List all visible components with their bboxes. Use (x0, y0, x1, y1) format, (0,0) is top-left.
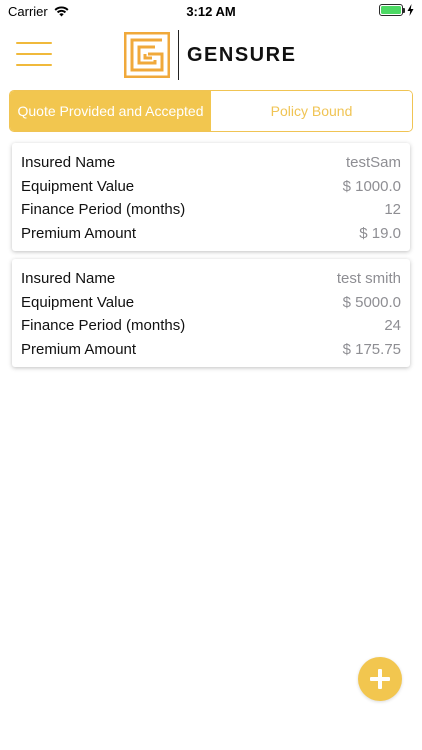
menu-button[interactable] (16, 40, 52, 68)
quote-card[interactable]: Insured Name testSam Equipment Value $ 1… (12, 143, 410, 251)
finance-period-value: 24 (384, 317, 401, 335)
gensure-logo-icon (124, 32, 170, 78)
finance-period-label: Finance Period (months) (21, 201, 186, 219)
quote-card[interactable]: Insured Name test smith Equipment Value … (12, 259, 410, 367)
hamburger-icon (16, 42, 52, 44)
app-header: GENSURE (0, 22, 422, 88)
finance-period-row: Finance Period (months) 12 (21, 198, 401, 222)
battery-icon (379, 4, 405, 16)
tab-quote-provided-accepted[interactable]: Quote Provided and Accepted (10, 91, 211, 131)
equipment-value-value: $ 1000.0 (342, 177, 401, 195)
premium-amount-value: $ 175.75 (342, 340, 401, 358)
brand-name: GENSURE (187, 43, 297, 66)
logo: GENSURE (124, 30, 296, 80)
premium-amount-row: Premium Amount $ 175.75 (21, 338, 401, 362)
tab-policy-bound[interactable]: Policy Bound (211, 91, 412, 131)
equipment-value-label: Equipment Value (21, 293, 135, 311)
premium-amount-label: Premium Amount (21, 340, 137, 358)
status-bar: Carrier 3:12 AM (0, 0, 422, 22)
logo-divider (178, 30, 179, 80)
finance-period-label: Finance Period (months) (21, 317, 186, 335)
add-button[interactable] (358, 657, 402, 701)
status-time: 3:12 AM (186, 4, 236, 19)
equipment-value-label: Equipment Value (21, 177, 135, 195)
premium-amount-label: Premium Amount (21, 224, 137, 242)
charging-bolt-icon (407, 4, 414, 16)
insured-name-label: Insured Name (21, 270, 116, 288)
equipment-value-row: Equipment Value $ 1000.0 (21, 175, 401, 199)
status-right (379, 4, 414, 16)
premium-amount-row: Premium Amount $ 19.0 (21, 222, 401, 246)
finance-period-row: Finance Period (months) 24 (21, 314, 401, 338)
equipment-value-row: Equipment Value $ 5000.0 (21, 291, 401, 315)
insured-name-row: Insured Name test smith (21, 267, 401, 291)
app-screen: Carrier 3:12 AM GENSURE Quote Provided a… (0, 0, 422, 750)
battery-fill (381, 6, 401, 14)
insured-name-value: testSam (345, 154, 401, 172)
premium-amount-value: $ 19.0 (359, 224, 401, 242)
equipment-value-value: $ 5000.0 (342, 293, 401, 311)
insured-name-row: Insured Name testSam (21, 151, 401, 175)
finance-period-value: 12 (384, 201, 401, 219)
status-tabs: Quote Provided and Accepted Policy Bound (9, 90, 413, 132)
plus-icon (370, 669, 390, 689)
insured-name-value: test smith (336, 270, 401, 288)
insured-name-label: Insured Name (21, 154, 116, 172)
